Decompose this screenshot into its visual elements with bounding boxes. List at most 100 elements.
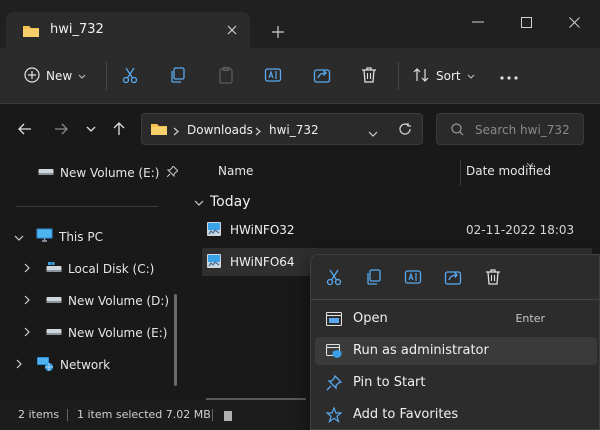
file-name: HWiNFO64	[230, 255, 295, 269]
rename-button[interactable]	[264, 64, 282, 88]
menu-item-label: Open	[353, 311, 388, 326]
context-menu: Open Enter Run as administrator Pin to S…	[310, 254, 600, 430]
group-label: Today	[210, 194, 251, 210]
copy-icon[interactable]	[362, 265, 386, 289]
pin-icon	[325, 374, 343, 392]
sidebar-item-new-volume-e[interactable]: New Volume (E:)	[24, 322, 167, 344]
menu-item-shortcut: Enter	[515, 312, 545, 325]
back-button[interactable]	[16, 120, 34, 138]
tab-title: hwi_732	[50, 22, 104, 37]
chevron-right-icon[interactable]	[24, 294, 30, 308]
sidebar-item-new-volume-d[interactable]: New Volume (D:)	[24, 290, 169, 312]
trash-icon[interactable]	[481, 265, 505, 289]
toolbar-divider	[398, 62, 399, 90]
status-divider	[67, 409, 68, 421]
new-button-label: New	[46, 69, 73, 83]
column-header-name[interactable]: Name	[218, 164, 253, 178]
more-options-button[interactable]	[500, 64, 518, 88]
rename-icon	[264, 66, 282, 87]
drive-icon	[38, 166, 54, 180]
chevron-right-icon[interactable]	[24, 326, 30, 340]
close-icon[interactable]	[222, 20, 242, 40]
chevron-right-icon[interactable]	[16, 358, 22, 372]
table-row[interactable]: HWiNFO32 02-11-2022 18:03	[202, 216, 592, 244]
sidebar-divider	[16, 206, 158, 207]
search-icon	[451, 123, 464, 139]
file-name: HWiNFO32	[230, 223, 295, 237]
tab-hwi-732[interactable]: hwi_732	[6, 12, 250, 48]
menu-item-add-to-favorites[interactable]: Add to Favorites	[315, 401, 597, 429]
more-icon	[500, 69, 518, 83]
rename-icon[interactable]	[401, 265, 425, 289]
windows-drive-icon	[46, 261, 62, 277]
toolbar-divider	[106, 62, 107, 90]
chevron-right-icon	[173, 125, 179, 139]
menu-item-run-as-administrator[interactable]: Run as administrator	[315, 337, 597, 365]
context-quick-actions	[311, 255, 600, 297]
up-button[interactable]	[110, 120, 128, 138]
menu-item-pin-to-start[interactable]: Pin to Start	[315, 369, 597, 397]
delete-button[interactable]	[360, 64, 378, 88]
sidebar-item-this-pc[interactable]: This PC	[14, 226, 103, 248]
open-icon	[325, 310, 343, 328]
address-bar[interactable]: Downloads hwi_732	[141, 113, 423, 145]
hwinfo-app-icon	[206, 253, 222, 272]
minimize-button[interactable]	[466, 10, 490, 34]
sidebar-item-label: New Volume (E:)	[68, 326, 168, 340]
sort-button-label: Sort	[436, 69, 461, 83]
title-bar: hwi_732	[0, 0, 600, 48]
new-button[interactable]: New	[24, 64, 86, 88]
breadcrumb-downloads[interactable]: Downloads	[187, 123, 253, 137]
menu-item-label: Pin to Start	[353, 375, 426, 390]
cut-button[interactable]	[121, 64, 139, 88]
drive-icon	[46, 326, 62, 340]
close-window-button[interactable]	[562, 10, 586, 34]
share-button[interactable]	[313, 64, 331, 88]
view-toggle-icon[interactable]	[224, 410, 232, 424]
refresh-icon[interactable]	[398, 122, 412, 139]
chevron-down-icon[interactable]	[368, 126, 378, 140]
share-icon	[313, 66, 331, 87]
sidebar-item-pinned-volume-e[interactable]: New Volume (E:)	[38, 162, 180, 184]
search-input[interactable]: Search hwi_732	[436, 113, 584, 145]
chevron-down-icon	[78, 69, 86, 83]
sidebar-item-label: Local Disk (C:)	[68, 262, 155, 276]
column-header-date-modified[interactable]: Date modified	[466, 164, 551, 178]
chevron-right-icon	[255, 125, 261, 139]
trash-icon	[360, 66, 378, 87]
copy-icon	[169, 66, 187, 87]
selection-info: 1 item selected 7.02 MB	[77, 408, 211, 421]
sidebar-item-label: Network	[60, 358, 111, 372]
sidebar-item-label: New Volume (D:)	[68, 294, 170, 308]
new-tab-button[interactable]	[268, 22, 288, 42]
chevron-right-icon[interactable]	[24, 262, 30, 276]
recent-locations-button[interactable]	[82, 120, 100, 138]
sidebar-item-label: This PC	[59, 230, 103, 244]
copy-button[interactable]	[169, 64, 187, 88]
folder-icon	[22, 24, 40, 41]
context-divider	[311, 299, 600, 300]
chevron-down-icon[interactable]	[14, 230, 24, 244]
menu-item-open[interactable]: Open Enter	[315, 305, 597, 333]
breadcrumb-hwi-732[interactable]: hwi_732	[269, 123, 319, 137]
command-bar: New Sort	[0, 48, 600, 104]
sidebar-item-network[interactable]: Network	[16, 354, 110, 376]
chevron-down-icon	[467, 69, 475, 83]
sidebar-scrollbar[interactable]	[174, 294, 177, 386]
paste-button[interactable]	[217, 64, 235, 88]
network-icon	[36, 356, 54, 375]
admin-shield-icon	[325, 342, 343, 360]
menu-item-label: Add to Favorites	[353, 407, 459, 422]
cut-icon[interactable]	[322, 265, 346, 289]
plus-circle-icon	[24, 66, 40, 86]
group-header-today[interactable]: Today	[194, 194, 251, 210]
share-icon[interactable]	[441, 265, 465, 289]
maximize-button[interactable]	[514, 10, 538, 34]
column-separator[interactable]	[460, 160, 461, 186]
star-icon	[325, 406, 343, 424]
drive-icon	[46, 294, 62, 308]
sort-button[interactable]: Sort	[412, 64, 475, 88]
scissors-icon	[121, 66, 139, 87]
forward-button[interactable]	[52, 120, 70, 138]
sidebar-item-local-disk-c[interactable]: Local Disk (C:)	[24, 258, 154, 280]
